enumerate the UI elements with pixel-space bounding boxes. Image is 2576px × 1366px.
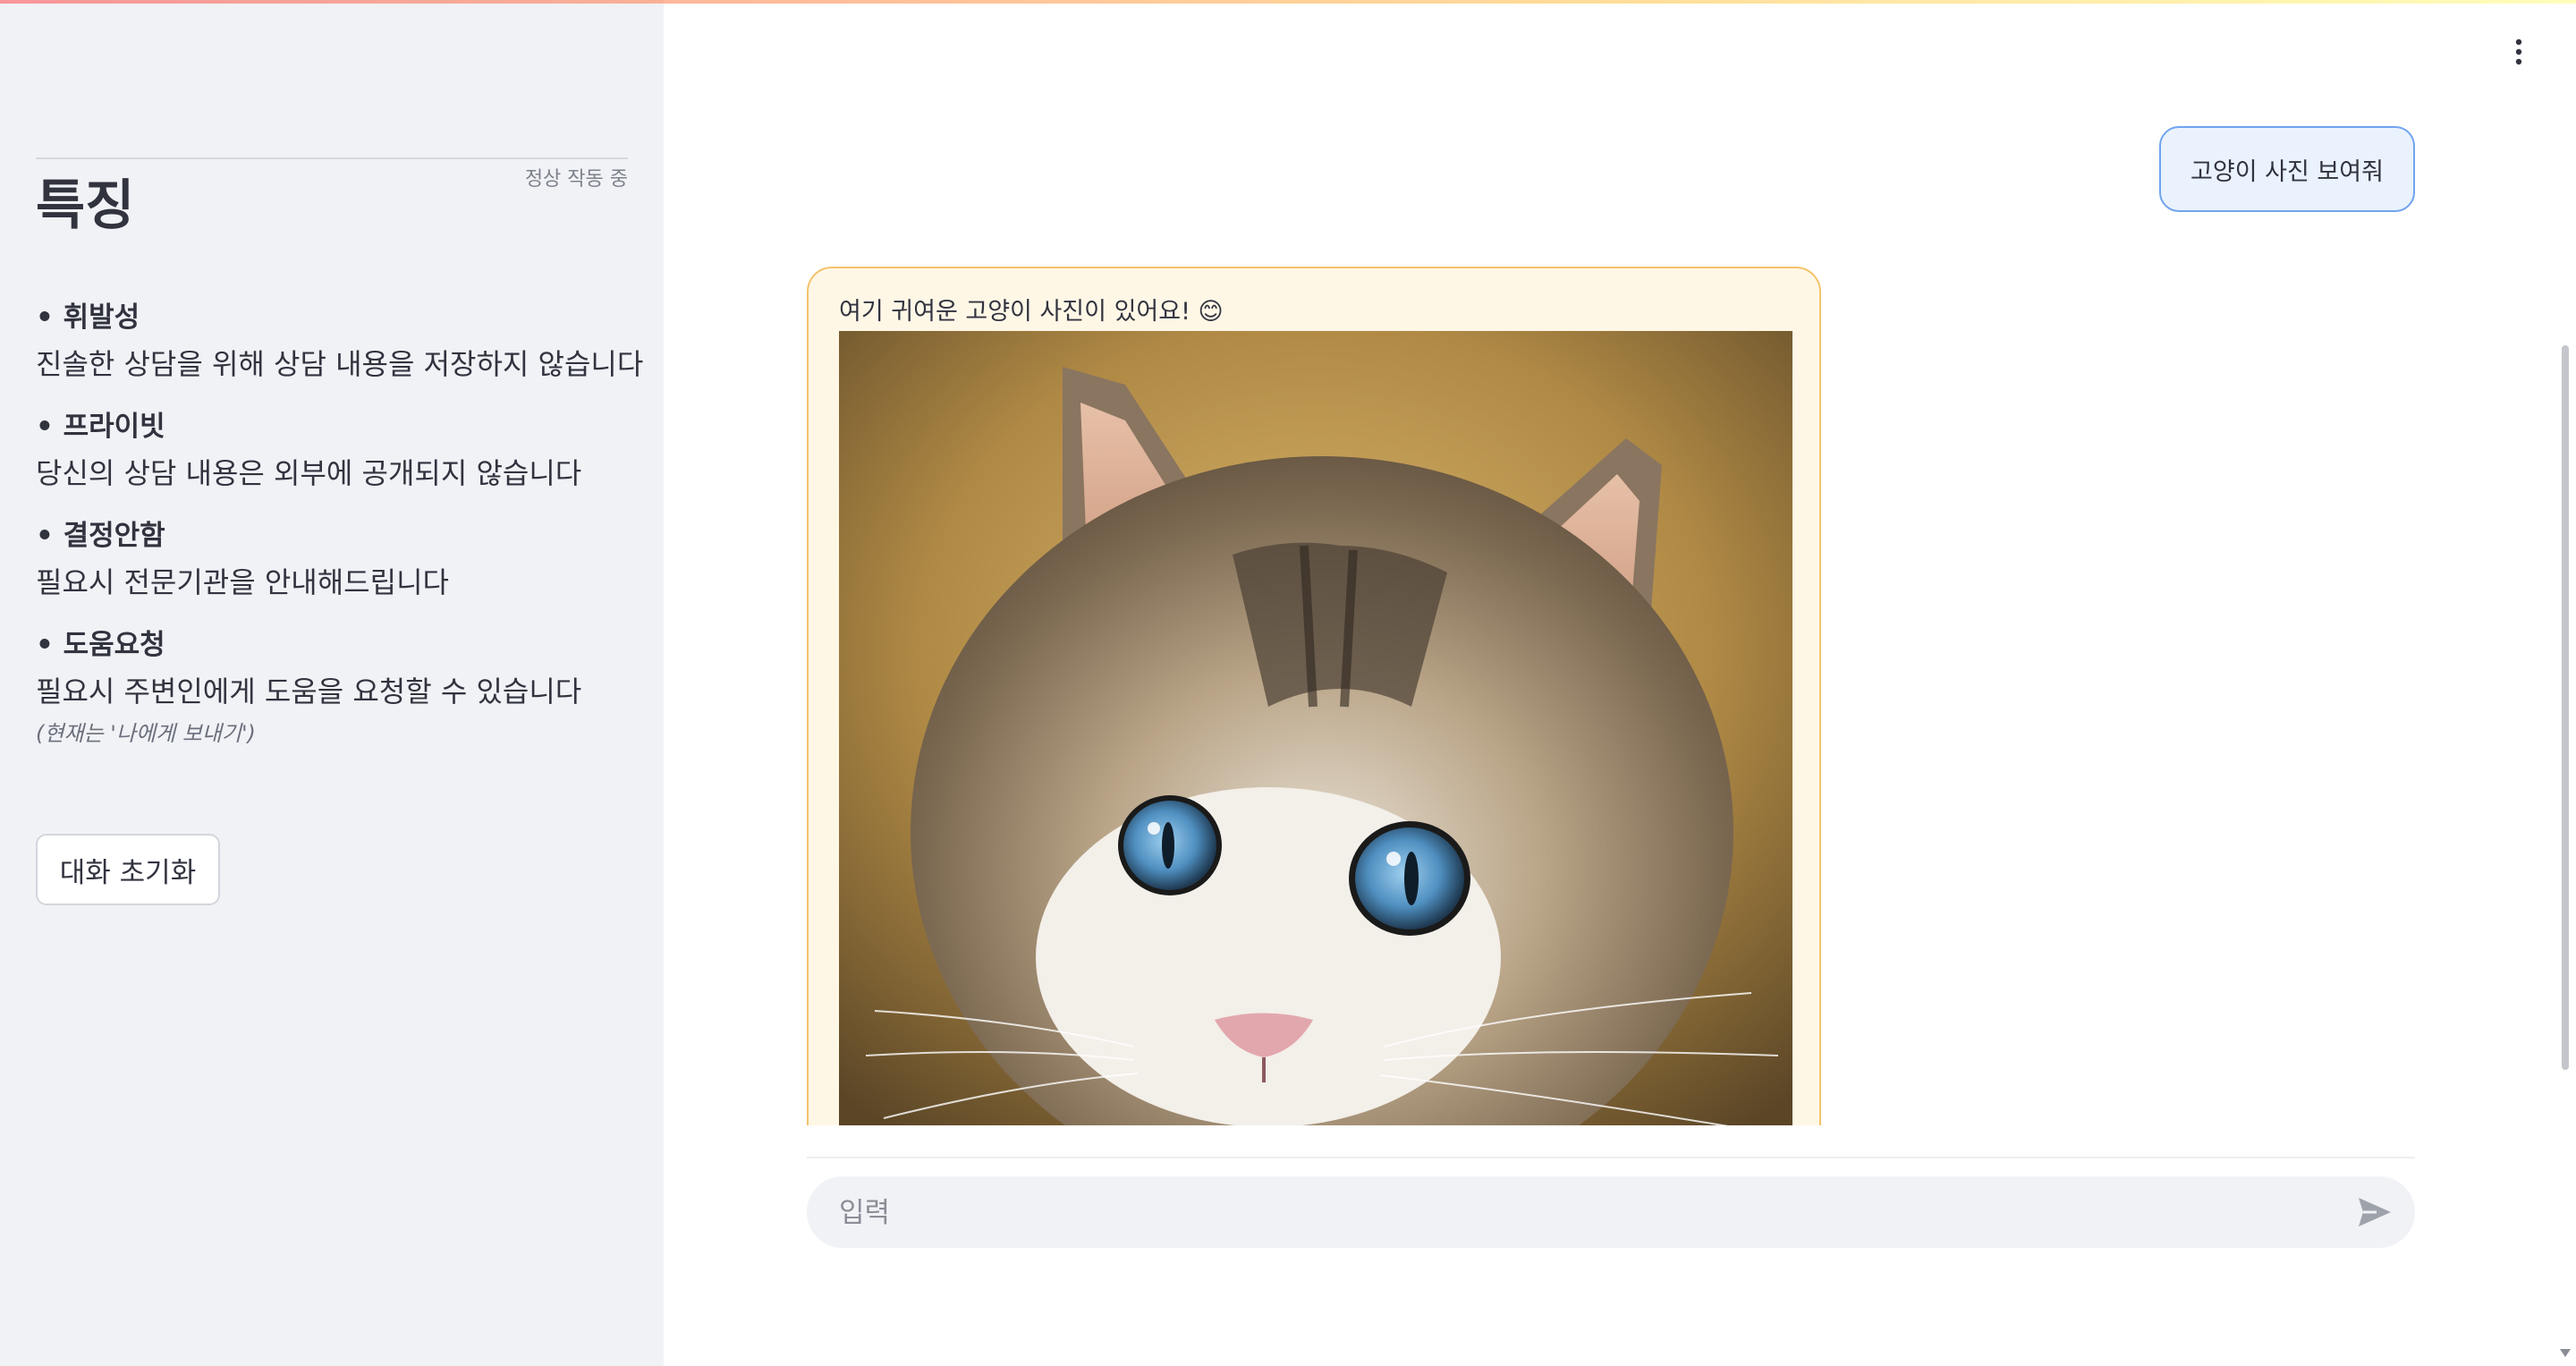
sidebar-title: 특징	[36, 174, 135, 237]
assistant-message-bubble: 여기 귀여운 고양이 사진이 있어요! 😊	[807, 267, 1821, 1125]
feature-list: • 휘발성 진솔한 상담을 위해 상담 내용을 저장하지 않습니다 • 프라이빗…	[36, 295, 644, 746]
assistant-message-text: 여기 귀여운 고양이 사진이 있어요! 😊	[839, 298, 1224, 326]
chat-input-container	[807, 1176, 2415, 1250]
feature-item-volatile: • 휘발성 진솔한 상담을 위해 상담 내용을 저장하지 않습니다	[36, 295, 644, 404]
feature-name: • 도움요청	[36, 629, 165, 661]
feature-name: • 프라이빗	[36, 411, 165, 443]
user-message-bubble: 고양이 사진 보여줘	[2159, 126, 2415, 212]
status-indicator: 정상 작동 중	[524, 168, 628, 191]
chat-input[interactable]	[837, 1176, 2326, 1250]
scroll-down-arrow-icon[interactable]	[2559, 1347, 2572, 1358]
more-vertical-icon	[2515, 38, 2522, 65]
feature-description: 당신의 상담 내용은 외부에 공개되지 않습니다	[36, 456, 582, 490]
feature-description: 필요시 전문기관을 안내해드립니다	[36, 565, 449, 599]
feature-description: 필요시 주변인에게 도움을 요청할 수 있습니다	[36, 675, 582, 708]
app-root: 정상 작동 중 특징 • 휘발성 진솔한 상담을 위해 상담 내용을 저장하지 …	[0, 0, 2576, 1366]
feature-name: • 휘발성	[36, 301, 140, 334]
reset-conversation-button[interactable]: 대화 초기화	[36, 834, 220, 905]
send-icon	[2359, 1198, 2391, 1226]
feature-note: (현재는 '나에게 보내기')	[36, 721, 256, 746]
sidebar-divider	[36, 157, 628, 159]
chat-input-divider	[807, 1157, 2415, 1158]
top-decoration-bar	[0, 0, 2576, 4]
user-message-text: 고양이 사진 보여줘	[2190, 157, 2384, 186]
main-menu-button[interactable]	[2492, 36, 2546, 68]
send-button[interactable]	[2354, 1192, 2395, 1232]
feature-item-private: • 프라이빗 당신의 상담 내용은 외부에 공개되지 않습니다	[36, 404, 635, 513]
sidebar: 정상 작동 중 특징 • 휘발성 진솔한 상담을 위해 상담 내용을 저장하지 …	[0, 0, 664, 1366]
cat-photo	[839, 331, 1792, 1125]
feature-item-help-request: • 도움요청 필요시 주변인에게 도움을 요청할 수 있습니다 (현재는 '나에…	[36, 623, 635, 746]
chat-scrollbar[interactable]	[2562, 345, 2569, 1070]
feature-item-no-decision: • 결정안함 필요시 전문기관을 안내해드립니다	[36, 513, 635, 623]
feature-description: 진솔한 상담을 위해 상담 내용을 저장하지 않습니다	[36, 347, 644, 381]
feature-name: • 결정안함	[36, 520, 165, 552]
